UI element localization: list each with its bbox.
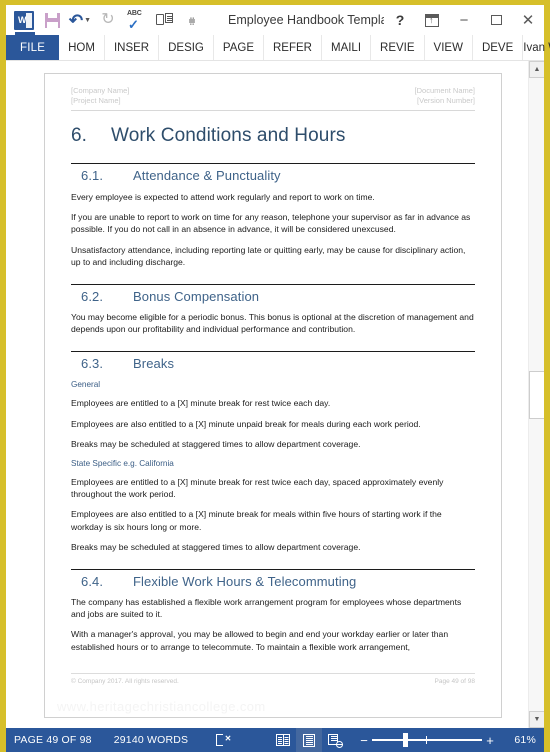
section-divider: [71, 284, 475, 286]
footer-divider: [71, 672, 475, 674]
zoom-in-button[interactable]: +: [482, 734, 498, 747]
header-divider: [71, 110, 475, 111]
tab-home[interactable]: HOM: [59, 35, 105, 60]
section-heading: 6.4. Flexible Work Hours & Telecommuting: [81, 574, 475, 589]
word-count[interactable]: 29140 WORDS: [114, 734, 189, 746]
tab-page-layout[interactable]: PAGE: [214, 35, 264, 60]
page-footer: © Company 2017. All rights reserved. Pag…: [71, 678, 475, 685]
ribbon-display-options-icon[interactable]: [416, 7, 448, 33]
title-bar: W ↶▼ ↻ ABC✓ ⩷ Employee Handbook Template…: [6, 5, 544, 35]
proofing-errors-icon[interactable]: ✕: [210, 728, 236, 752]
section-6-2: 6.2. Bonus Compensation You may become e…: [71, 284, 475, 335]
zoom-level[interactable]: 61%: [498, 734, 536, 746]
section-heading: 6.2. Bonus Compensation: [81, 289, 475, 304]
paragraph: Employees are also entitled to a [X] min…: [71, 418, 421, 429]
document-page[interactable]: [Company Name] [Project Name] [Document …: [44, 73, 502, 718]
status-bar: PAGE 49 OF 98 29140 WORDS ✕ − + 61%: [6, 728, 544, 752]
help-icon[interactable]: ?: [384, 7, 416, 33]
page-title: 6. Work Conditions and Hours: [71, 125, 475, 147]
section-divider: [71, 163, 475, 164]
paragraph: Breaks may be scheduled at staggered tim…: [71, 541, 361, 552]
paragraph: The company has established a flexible w…: [71, 597, 462, 620]
undo-icon[interactable]: ↶ ▼: [66, 7, 94, 33]
tab-review[interactable]: REVIE: [371, 35, 425, 60]
header-project-name: [Project Name]: [71, 96, 121, 105]
section-title: Bonus Compensation: [133, 289, 260, 305]
section-heading: 6.1. Attendance & Punctuality: [81, 168, 475, 183]
tab-references[interactable]: REFER: [264, 35, 322, 60]
section-divider: [71, 569, 475, 571]
section-title: Attendance & Punctuality: [133, 168, 281, 183]
subheading: State Specific e.g. California: [71, 459, 174, 469]
print-layout-icon[interactable]: [296, 728, 323, 752]
paragraph: If you are unable to report to work on t…: [71, 212, 471, 235]
paragraph: Breaks may be scheduled at staggered tim…: [71, 438, 361, 449]
vertical-scrollbar[interactable]: ▲ ▼: [528, 61, 544, 728]
subheading: General: [71, 380, 101, 390]
zoom-slider-midpoint: [426, 736, 428, 744]
tab-insert[interactable]: INSER: [105, 35, 160, 60]
account-zone[interactable]: Ivan Walsh ▼ K: [523, 35, 550, 60]
window-title: Employee Handbook Template...: [228, 13, 384, 27]
section-number: 6.4.: [81, 574, 104, 590]
section-number: 6.2.: [81, 289, 104, 305]
section-number: 6.3.: [81, 356, 104, 372]
tab-file[interactable]: FILE: [6, 35, 60, 60]
section-title: Flexible Work Hours & Telecommuting: [133, 574, 357, 590]
quick-access-toolbar: W ↶ ▼ ↻ ABC ✓ ⩷: [10, 7, 206, 35]
section-title: Breaks: [133, 356, 175, 372]
tab-developer[interactable]: DEVE: [473, 35, 524, 60]
window-controls: ? − ✕: [384, 7, 544, 33]
zoom-out-button[interactable]: −: [356, 734, 372, 747]
word-window: W ↶▼ ↻ ABC✓ ⩷ Employee Handbook Template…: [0, 0, 550, 752]
section-divider: [71, 351, 475, 353]
section-heading: 6.3. Breaks: [81, 356, 475, 371]
redo-icon[interactable]: ↻: [94, 7, 122, 33]
page-indicator[interactable]: PAGE 49 OF 98: [14, 734, 92, 746]
zoom-controls: − + 61%: [356, 733, 544, 747]
footer-copyright: © Company 2017. All rights reserved.: [71, 677, 179, 685]
read-mode-icon[interactable]: [270, 728, 296, 752]
scrollbar-thumb[interactable]: [529, 371, 544, 419]
header-version-number: [Version Number]: [417, 96, 475, 105]
scroll-down-icon[interactable]: ▼: [529, 711, 544, 728]
page-title-text: Work Conditions and Hours: [111, 125, 346, 146]
tab-mailings[interactable]: MAILI: [322, 35, 372, 60]
spelling-check-icon[interactable]: ABC ✓: [122, 7, 150, 33]
header-document-name: [Document Name]: [414, 86, 475, 95]
section-number: 6.1.: [81, 168, 104, 183]
watermark: www.heritagechristiancollege.com: [57, 698, 266, 714]
customize-qat-icon[interactable]: ⩷: [178, 7, 206, 33]
save-icon[interactable]: [38, 7, 66, 33]
minimize-icon[interactable]: −: [448, 7, 480, 33]
web-layout-icon[interactable]: [322, 728, 348, 752]
ribbon-tab-bar: FILE HOM INSER DESIG PAGE REFER MAILI RE…: [6, 35, 550, 61]
section-6-3: 6.3. Breaks General Employees are entitl…: [71, 351, 475, 553]
paragraph: You may become eligible for a periodic b…: [71, 312, 474, 335]
paragraph: Every employee is expected to attend wor…: [71, 192, 375, 202]
paragraph: Employees are entitled to a [X] minute b…: [71, 477, 444, 500]
zoom-slider[interactable]: [372, 733, 482, 747]
section-6-1: 6.1. Attendance & Punctuality Every empl…: [71, 163, 475, 268]
document-canvas: [Company Name] [Project Name] [Document …: [6, 61, 544, 728]
paragraph: Unsatisfactory attendance, including rep…: [71, 244, 466, 267]
paragraph: Employees are entitled to a [X] minute b…: [71, 398, 331, 409]
paragraph: With a manager's approval, you may be al…: [71, 629, 449, 652]
tab-view[interactable]: VIEW: [425, 35, 473, 60]
scroll-up-icon[interactable]: ▲: [529, 61, 544, 78]
touch-mouse-mode-icon[interactable]: [150, 7, 178, 33]
close-icon[interactable]: ✕: [512, 7, 544, 33]
page-title-number: 6.: [71, 125, 88, 146]
page-header: [Company Name] [Project Name] [Document …: [71, 86, 475, 106]
tab-design[interactable]: DESIG: [159, 35, 214, 60]
restore-icon[interactable]: [480, 7, 512, 33]
header-company-name: [Company Name]: [71, 86, 130, 95]
word-app-icon[interactable]: W: [10, 7, 38, 35]
zoom-slider-thumb[interactable]: [403, 733, 408, 747]
user-name: Ivan Walsh: [523, 41, 550, 54]
paragraph: Employees are also entitled to a [X] min…: [71, 509, 442, 532]
section-6-4: 6.4. Flexible Work Hours & Telecommuting…: [71, 569, 475, 653]
footer-page-number: Page 49 of 98: [434, 677, 475, 685]
